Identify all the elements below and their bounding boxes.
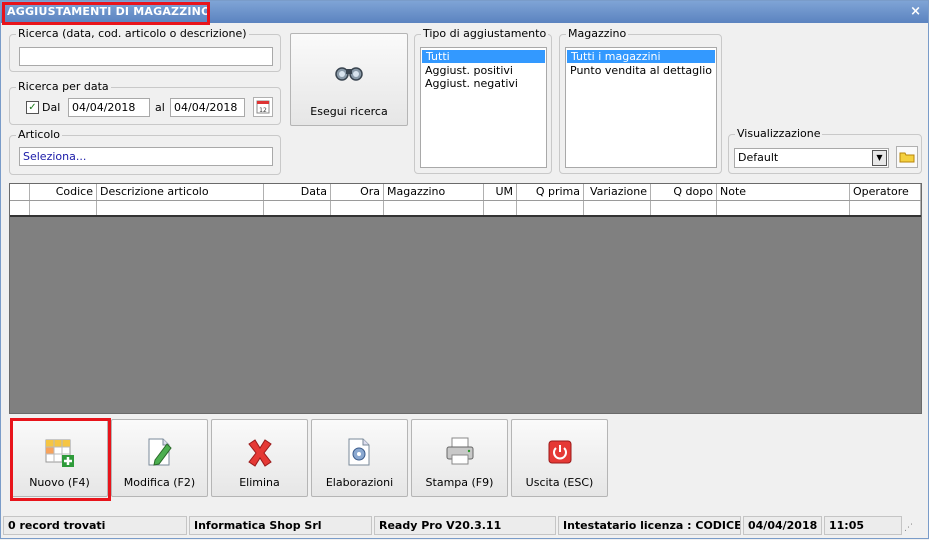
cell bbox=[584, 201, 651, 215]
cell bbox=[97, 201, 264, 215]
col-operatore[interactable]: Operatore bbox=[850, 184, 921, 200]
col-descrizione[interactable]: Descrizione articolo bbox=[97, 184, 264, 200]
dal-checkbox[interactable]: ✓ bbox=[26, 101, 39, 114]
status-license: Intestatario licenza : CODICE SR bbox=[558, 516, 741, 535]
tipo-item-positivi[interactable]: Aggiust. positivi bbox=[421, 64, 546, 77]
visualizzazione-select[interactable]: Default ▼ bbox=[734, 148, 889, 168]
cell bbox=[10, 201, 30, 215]
al-label: al bbox=[155, 101, 165, 114]
col-indicator bbox=[10, 184, 30, 200]
folder-icon[interactable] bbox=[896, 146, 918, 168]
processing-icon bbox=[345, 436, 375, 471]
date-search-legend: Ricerca per data bbox=[16, 80, 111, 93]
search-button-label: Esegui ricerca bbox=[310, 105, 388, 118]
articolo-group: Articolo Seleziona... bbox=[9, 128, 281, 175]
modifica-label: Modifica (F2) bbox=[123, 476, 196, 489]
modifica-button[interactable]: Modifica (F2) bbox=[111, 419, 208, 497]
tipo-legend: Tipo di aggiustamento bbox=[421, 27, 549, 40]
status-records: 0 record trovati bbox=[3, 516, 187, 535]
cell bbox=[30, 201, 97, 215]
status-time: 11:05 bbox=[824, 516, 902, 535]
elaborazioni-button[interactable]: Elaborazioni bbox=[311, 419, 408, 497]
col-magazzino[interactable]: Magazzino bbox=[384, 184, 484, 200]
date-search-group: Ricerca per data ✓ Dal 04/04/2018 al 04/… bbox=[9, 80, 281, 125]
edit-icon bbox=[145, 436, 175, 471]
stampa-label: Stampa (F9) bbox=[425, 476, 494, 489]
cell bbox=[264, 201, 331, 215]
col-note[interactable]: Note bbox=[717, 184, 850, 200]
search-button[interactable]: Esegui ricerca bbox=[290, 33, 408, 126]
status-date: 04/04/2018 bbox=[743, 516, 822, 535]
search-legend: Ricerca (data, cod. articolo o descrizio… bbox=[16, 27, 249, 40]
tipo-item-negativi[interactable]: Aggiust. negativi bbox=[421, 77, 546, 90]
cell bbox=[384, 201, 484, 215]
cell bbox=[331, 201, 384, 215]
status-version: Ready Pro V20.3.11 bbox=[374, 516, 556, 535]
col-um[interactable]: UM bbox=[484, 184, 517, 200]
elaborazioni-label: Elaborazioni bbox=[325, 476, 394, 489]
cell bbox=[717, 201, 850, 215]
visualizzazione-group: Visualizzazione Default ▼ bbox=[728, 127, 922, 174]
status-company: Informatica Shop Srl bbox=[189, 516, 372, 535]
grid-header: Codice Descrizione articolo Data Ora Mag… bbox=[10, 184, 921, 201]
col-q-dopo[interactable]: Q dopo bbox=[651, 184, 717, 200]
stampa-button[interactable]: Stampa (F9) bbox=[411, 419, 508, 497]
resize-grip-icon[interactable]: ⋰ bbox=[904, 516, 918, 535]
cell bbox=[850, 201, 921, 215]
main-window: AGGIUSTAMENTI DI MAGAZZINO × Ricerca (da… bbox=[0, 0, 929, 539]
articolo-legend: Articolo bbox=[16, 128, 62, 141]
calendar-icon[interactable]: 12 bbox=[253, 97, 273, 117]
magazzino-listbox[interactable]: Tutti i magazzini Punto vendita al detta… bbox=[565, 47, 717, 168]
cell bbox=[651, 201, 717, 215]
tipo-item-tutti[interactable]: Tutti bbox=[422, 50, 545, 63]
nuovo-highlight-box bbox=[10, 418, 111, 501]
uscita-button[interactable]: Uscita (ESC) bbox=[511, 419, 608, 497]
tipo-group: Tipo di aggiustamento Tutti Aggiust. pos… bbox=[414, 27, 552, 174]
binoculars-icon bbox=[334, 62, 364, 85]
table-row[interactable] bbox=[10, 201, 921, 217]
printer-icon bbox=[444, 436, 476, 469]
status-bar: 0 record trovati Informatica Shop Srl Re… bbox=[1, 514, 928, 538]
col-ora[interactable]: Ora bbox=[331, 184, 384, 200]
visualizzazione-value: Default bbox=[738, 151, 779, 164]
magazzino-item-tutti[interactable]: Tutti i magazzini bbox=[567, 50, 715, 63]
articolo-selector[interactable]: Seleziona... bbox=[19, 147, 273, 166]
svg-text:12: 12 bbox=[259, 107, 267, 114]
search-group: Ricerca (data, cod. articolo o descrizio… bbox=[9, 27, 281, 72]
cell bbox=[517, 201, 584, 215]
magazzino-item-punto-vendita[interactable]: Punto vendita al dettaglio bbox=[566, 64, 716, 77]
dropdown-arrow-icon[interactable]: ▼ bbox=[872, 150, 887, 166]
col-q-prima[interactable]: Q prima bbox=[517, 184, 584, 200]
tipo-listbox[interactable]: Tutti Aggiust. positivi Aggiust. negativ… bbox=[420, 47, 547, 168]
magazzino-group: Magazzino Tutti i magazzini Punto vendit… bbox=[559, 27, 722, 174]
date-to-input[interactable]: 04/04/2018 bbox=[170, 98, 245, 117]
visualizzazione-legend: Visualizzazione bbox=[735, 127, 823, 140]
col-variazione[interactable]: Variazione bbox=[584, 184, 651, 200]
col-codice[interactable]: Codice bbox=[30, 184, 97, 200]
elimina-button[interactable]: Elimina bbox=[211, 419, 308, 497]
date-from-input[interactable]: 04/04/2018 bbox=[68, 98, 150, 117]
uscita-label: Uscita (ESC) bbox=[525, 476, 594, 489]
dal-label: Dal bbox=[42, 101, 61, 114]
elimina-label: Elimina bbox=[239, 476, 280, 489]
close-icon[interactable]: × bbox=[910, 4, 921, 19]
power-icon bbox=[548, 440, 572, 467]
title-highlight-box bbox=[2, 2, 210, 25]
delete-x-icon bbox=[245, 438, 275, 471]
magazzino-legend: Magazzino bbox=[566, 27, 629, 40]
results-grid[interactable]: Codice Descrizione articolo Data Ora Mag… bbox=[9, 183, 922, 414]
search-input[interactable] bbox=[19, 47, 273, 66]
cell bbox=[484, 201, 517, 215]
col-data[interactable]: Data bbox=[264, 184, 331, 200]
